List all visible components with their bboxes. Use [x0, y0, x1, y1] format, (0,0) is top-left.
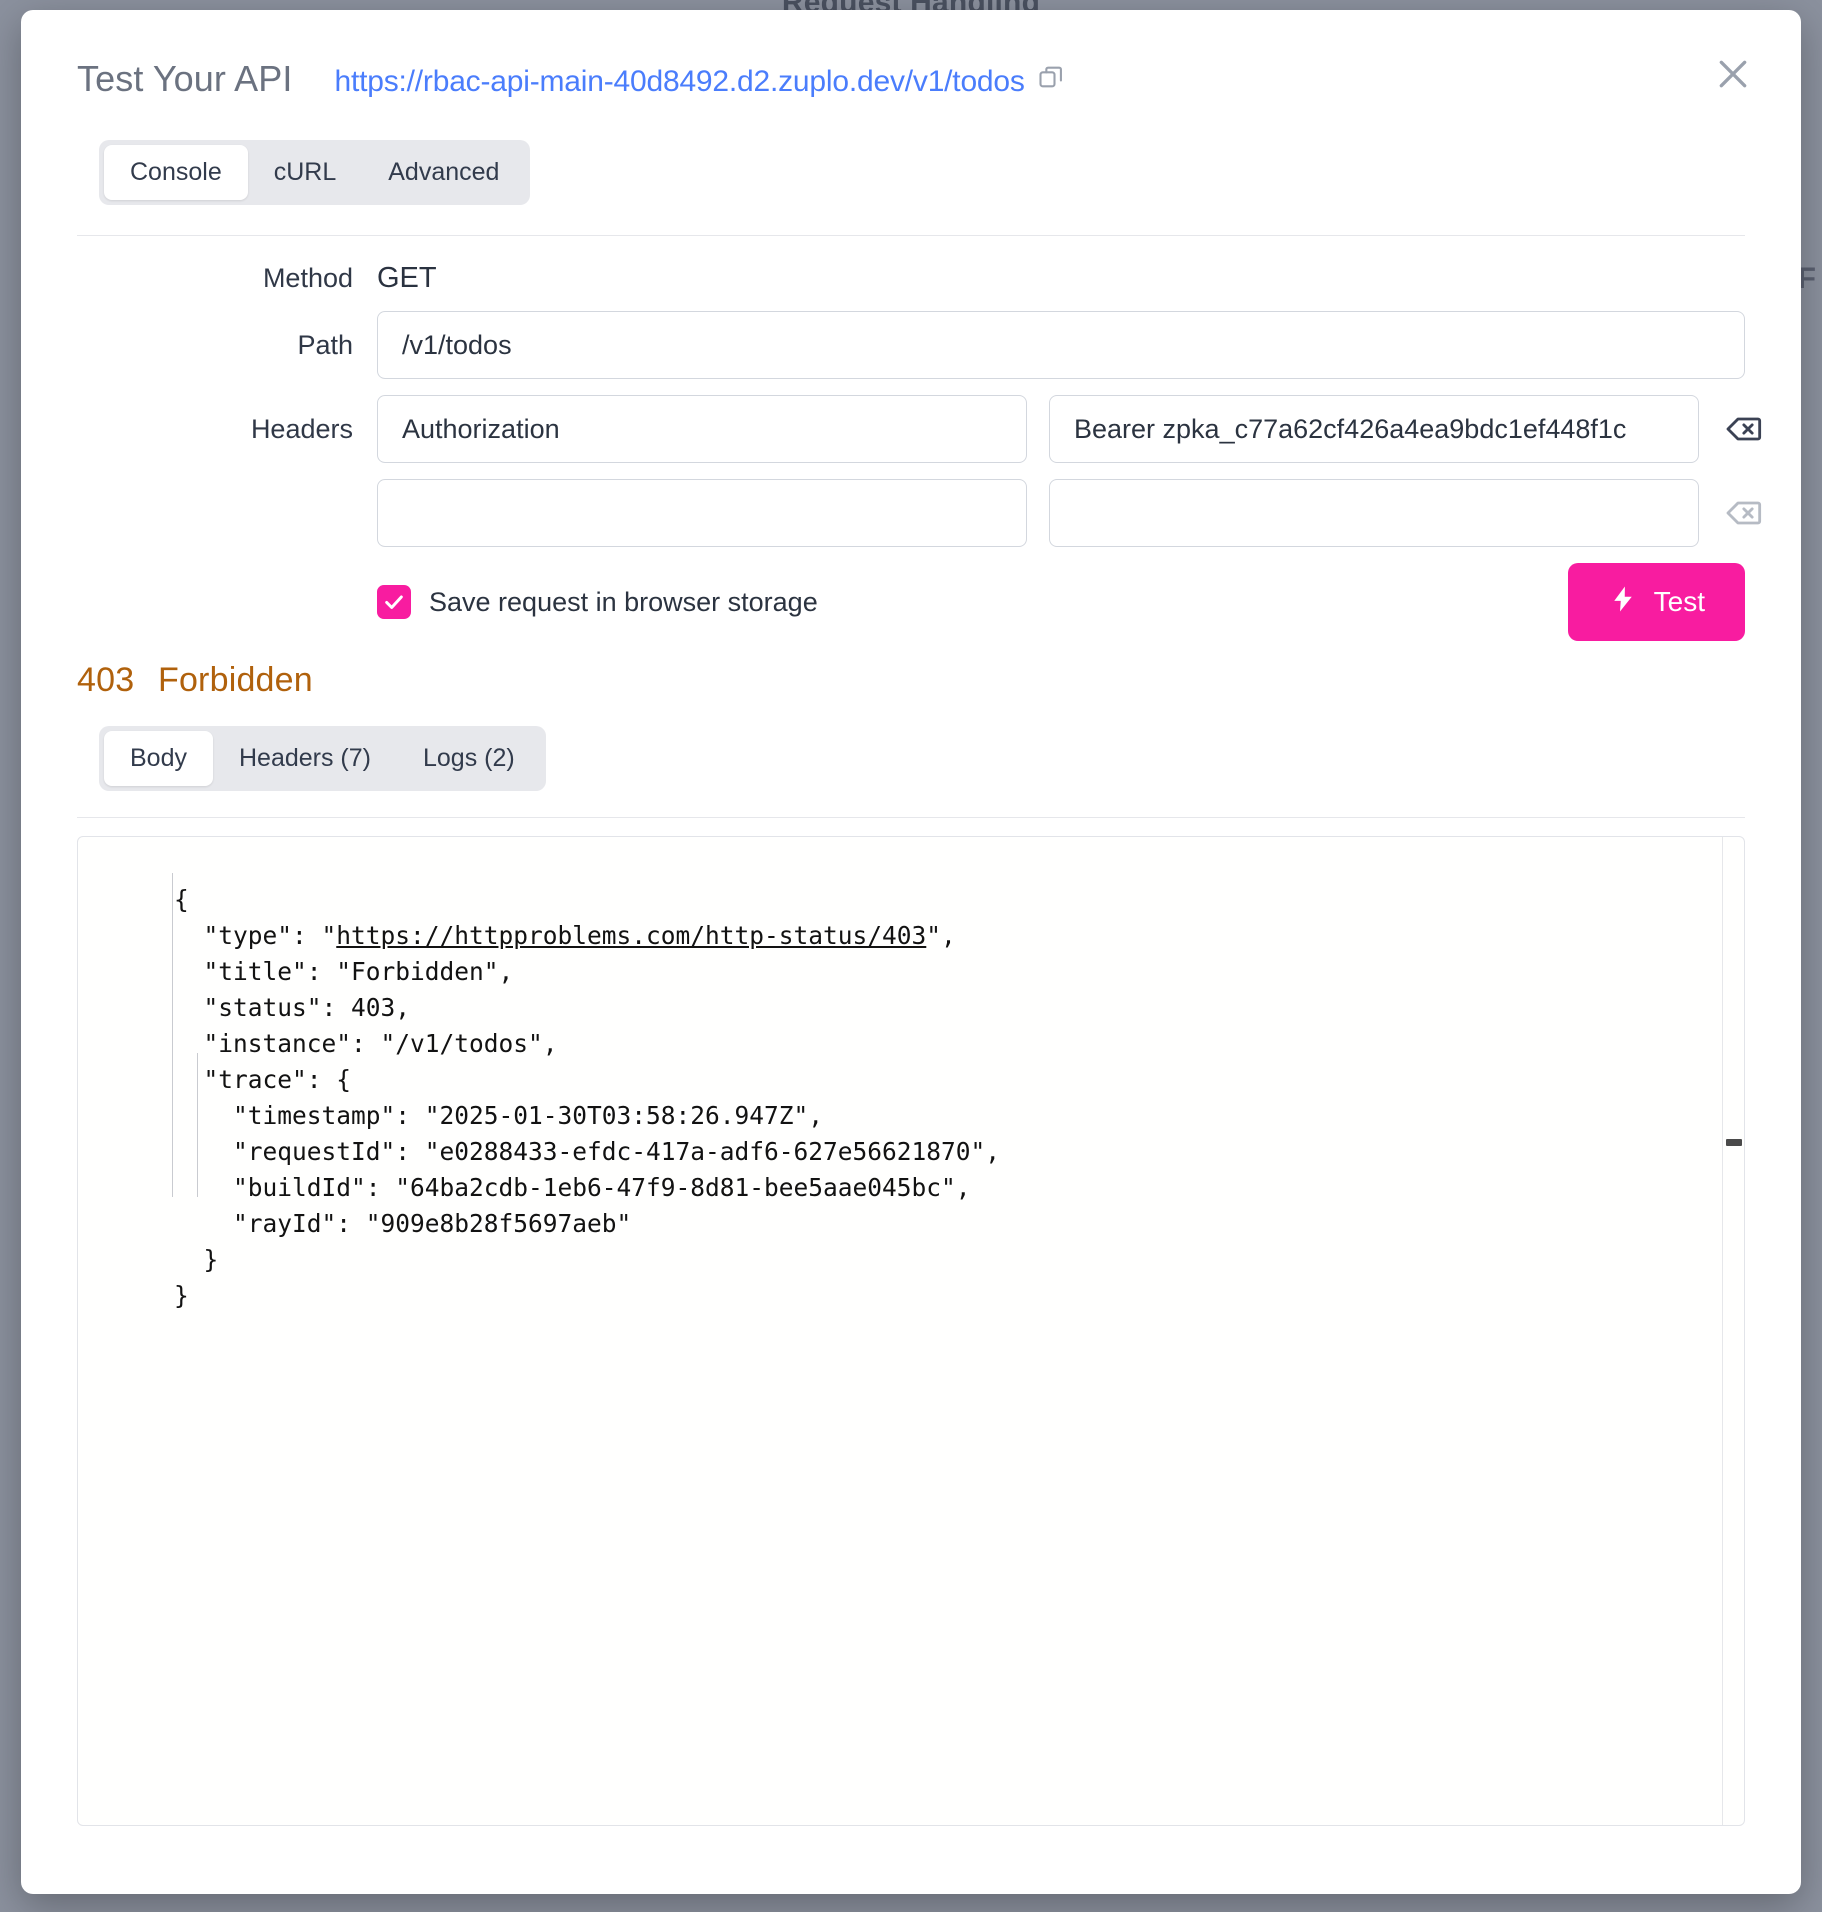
tab-advanced[interactable]: Advanced: [362, 145, 525, 200]
backspace-delete-icon[interactable]: [1723, 406, 1763, 452]
tab-body[interactable]: Body: [104, 731, 213, 786]
tab-curl[interactable]: cURL: [248, 145, 363, 200]
response-body-panel: { "type": "https://httpproblems.com/http…: [77, 836, 1745, 1826]
header-name-input-1[interactable]: Authorization: [377, 395, 1027, 463]
path-label: Path: [77, 330, 377, 361]
header-value-input-2[interactable]: [1049, 479, 1699, 547]
save-request-checkbox[interactable]: [377, 585, 411, 619]
response-body-code-area[interactable]: { "type": "https://httpproblems.com/http…: [78, 837, 1722, 1825]
copy-icon[interactable]: [1037, 63, 1065, 96]
path-input[interactable]: /v1/todos: [377, 311, 1745, 379]
headers-row-2: [77, 479, 1745, 547]
method-label: Method: [77, 263, 377, 294]
tab-logs[interactable]: Logs (2): [397, 731, 541, 786]
endpoint-url-link[interactable]: https://rbac-api-main-40d8492.d2.zuplo.d…: [334, 65, 1024, 99]
request-tabgroup: Console cURL Advanced: [99, 140, 530, 205]
response-status-text: Forbidden: [158, 661, 313, 699]
test-button[interactable]: Test: [1568, 563, 1745, 641]
dialog-header: Test Your API https://rbac-api-main-40d8…: [21, 10, 1801, 100]
response-tabs: Body Headers (7) Logs (2): [21, 700, 1801, 791]
tab-headers[interactable]: Headers (7): [213, 731, 397, 786]
request-options-row: Save request in browser storage Test: [21, 563, 1801, 619]
headers-row-1: Headers Authorization Bearer zpka_c77a62…: [77, 395, 1745, 463]
dialog-title: Test Your API: [77, 58, 292, 100]
response-status: 403 Forbidden: [21, 619, 1801, 700]
method-row: Method GET: [77, 262, 1745, 295]
path-row: Path /v1/todos: [77, 311, 1745, 379]
close-icon[interactable]: [1707, 48, 1759, 100]
test-api-dialog: Test Your API https://rbac-api-main-40d8…: [21, 10, 1801, 1894]
header-name-input-2[interactable]: [377, 479, 1027, 547]
response-body-scroll-thumb[interactable]: [1726, 1139, 1742, 1146]
response-body-json: { "type": "https://httpproblems.com/http…: [78, 882, 1722, 1314]
method-value: GET: [377, 262, 437, 295]
response-divider: [77, 817, 1745, 818]
response-body-scrollbar[interactable]: [1722, 837, 1744, 1825]
request-mode-tabs: Console cURL Advanced: [21, 100, 1801, 205]
tab-console[interactable]: Console: [104, 145, 248, 200]
response-tabgroup: Body Headers (7) Logs (2): [99, 726, 546, 791]
response-status-code: 403: [77, 661, 134, 699]
backspace-delete-icon-disabled[interactable]: [1723, 490, 1763, 536]
save-request-checkbox-label[interactable]: Save request in browser storage: [429, 587, 818, 618]
headers-label: Headers: [77, 414, 377, 445]
header-value-input-1[interactable]: Bearer zpka_c77a62cf426a4ea9bdc1ef448f1c: [1049, 395, 1699, 463]
lightning-bolt-icon: [1608, 584, 1638, 621]
test-button-label: Test: [1654, 586, 1705, 618]
request-form: Method GET Path /v1/todos Headers Author…: [21, 236, 1801, 547]
